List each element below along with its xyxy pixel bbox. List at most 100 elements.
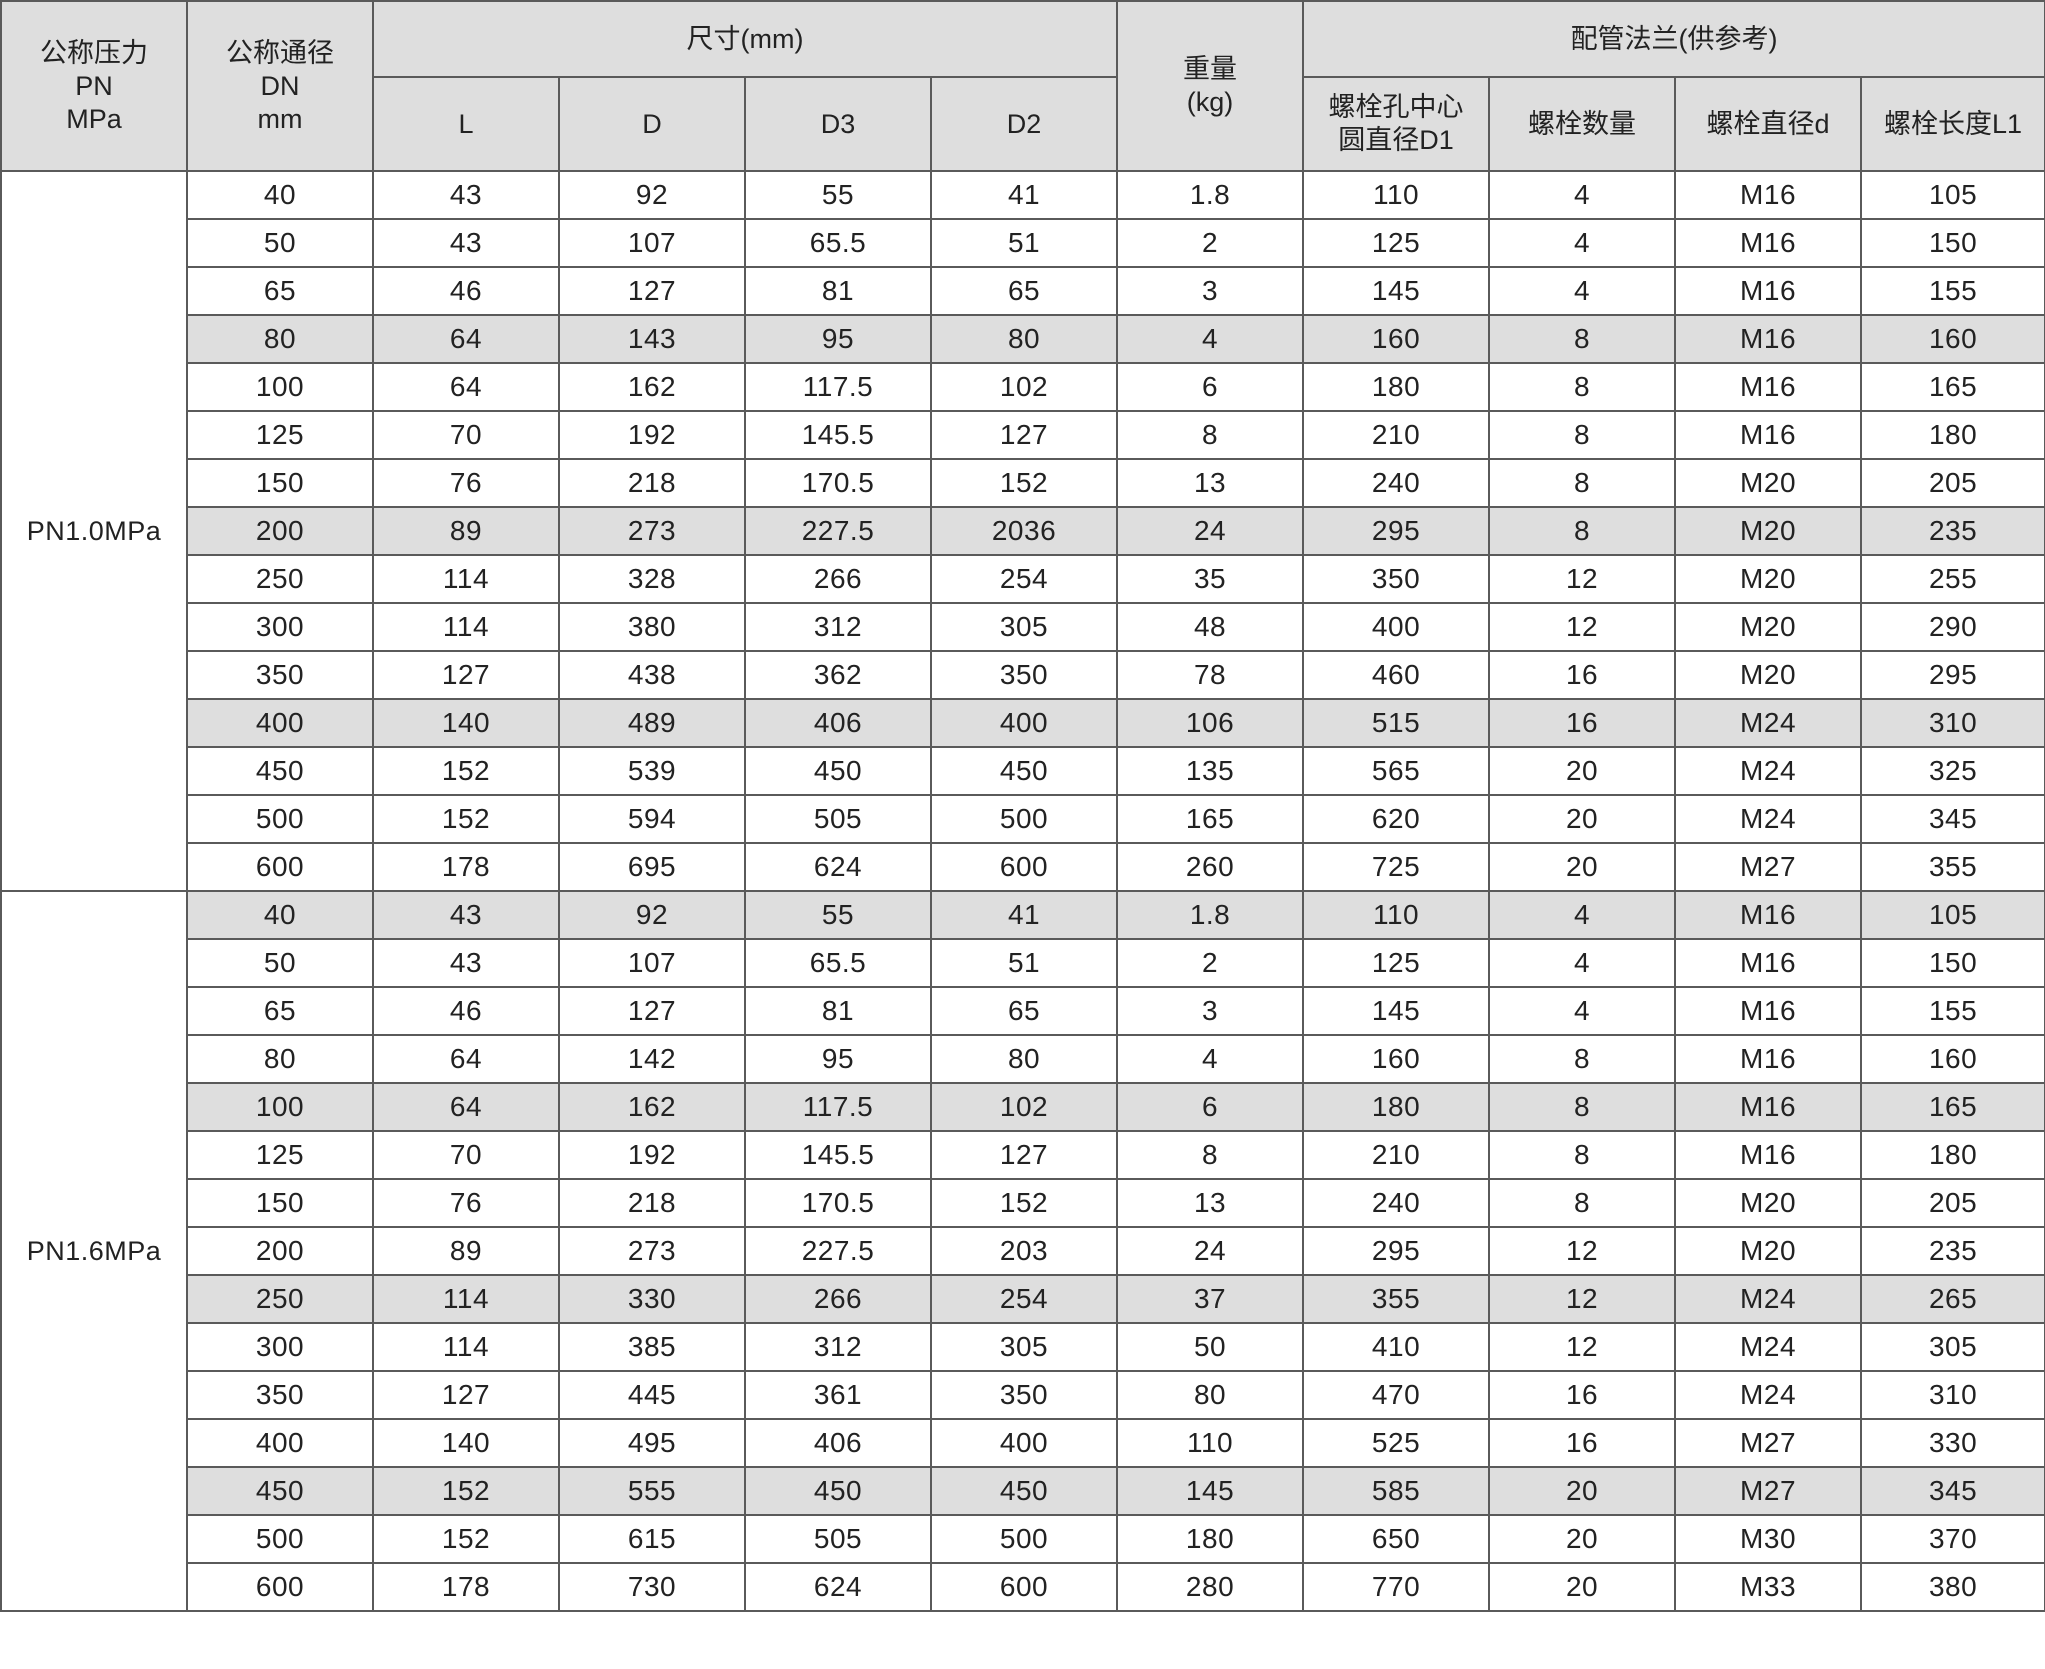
table-cell: 3 [1116, 986, 1305, 1036]
table-cell: 180 [1302, 362, 1491, 412]
table-cell: 6 [1116, 362, 1305, 412]
table-cell: 250 [186, 554, 374, 604]
table-cell: 500 [186, 794, 374, 844]
table-cell: 2 [1116, 218, 1305, 268]
table-cell: 65 [186, 986, 374, 1036]
table-cell: 46 [372, 266, 560, 316]
table-cell: M16 [1674, 986, 1863, 1036]
table-cell: M24 [1674, 746, 1863, 796]
table-cell: 325 [1860, 746, 2045, 796]
table-cell: 140 [372, 1418, 560, 1468]
table-cell: 624 [744, 1562, 932, 1612]
table-cell: 4 [1116, 1034, 1305, 1084]
table-cell: 200 [186, 506, 374, 556]
table-cell: 4 [1488, 266, 1677, 316]
table-cell: M16 [1674, 1034, 1863, 1084]
table-cell: 450 [744, 1466, 932, 1516]
table-cell: 450 [929, 1466, 1119, 1516]
table-cell: 495 [558, 1418, 746, 1468]
table-cell: 192 [558, 1130, 746, 1180]
table-cell: 65 [186, 266, 374, 316]
table-cell: 361 [744, 1370, 932, 1420]
table-cell: 150 [186, 1178, 374, 1228]
table-cell: 4 [1116, 314, 1305, 364]
table-cell: 37 [1116, 1274, 1305, 1324]
table-cell: 615 [558, 1514, 746, 1564]
table-row: 100 64 162 117.5 102 6 180 8 M16 165 [1, 362, 2045, 412]
table-row: 600 178 730 624 600 280 770 20 M33 380 [1, 1562, 2045, 1612]
table-cell: 125 [186, 410, 374, 460]
header-D2: D2 [929, 76, 1119, 172]
table-cell: 114 [372, 1322, 560, 1372]
table-cell: 155 [1860, 266, 2045, 316]
table-cell: 227.5 [744, 506, 932, 556]
table-cell: 43 [372, 890, 560, 940]
table-cell: 266 [744, 554, 932, 604]
table-cell: 205 [1860, 1178, 2045, 1228]
table-cell: 250 [186, 1274, 374, 1324]
table-header: 公称压力 PN MPa 公称通径 DN mm 尺寸(mm) 重量 (kg) 配管… [0, 0, 2045, 172]
table-cell: 410 [1302, 1322, 1491, 1372]
table-cell: 13 [1116, 1178, 1305, 1228]
table-cell: 8 [1488, 410, 1677, 460]
table-cell: 43 [372, 170, 560, 220]
table-cell: 406 [744, 698, 932, 748]
table-cell: 162 [558, 362, 746, 412]
table-cell: 16 [1488, 650, 1677, 700]
table-cell: 355 [1860, 842, 2045, 892]
table-cell: 450 [929, 746, 1119, 796]
table-cell: 114 [372, 602, 560, 652]
table-cell: 150 [1860, 218, 2045, 268]
table-cell: 539 [558, 746, 746, 796]
table-cell: M27 [1674, 1466, 1863, 1516]
table-cell: 81 [744, 986, 932, 1036]
table-cell: 266 [744, 1274, 932, 1324]
table-cell: 265 [1860, 1274, 2045, 1324]
table-cell: 24 [1116, 506, 1305, 556]
pressure-group-label: PN1.6MPa [0, 890, 188, 1612]
table-cell: 102 [929, 1082, 1119, 1132]
table-cell: 143 [558, 314, 746, 364]
table-cell: M16 [1674, 1082, 1863, 1132]
table-row: 80 64 143 95 80 4 160 8 M16 160 [1, 314, 2045, 364]
table-cell: 165 [1860, 362, 2045, 412]
table-cell: 48 [1116, 602, 1305, 652]
table-cell: 107 [558, 938, 746, 988]
table-cell: 114 [372, 554, 560, 604]
table-cell: 305 [929, 602, 1119, 652]
table-cell: 4 [1488, 986, 1677, 1036]
table-cell: M16 [1674, 170, 1863, 220]
table-cell: 300 [186, 602, 374, 652]
table-cell: 594 [558, 794, 746, 844]
table-cell: 725 [1302, 842, 1491, 892]
table-cell: 400 [929, 1418, 1119, 1468]
table-cell: 350 [929, 1370, 1119, 1420]
table-cell: M20 [1674, 1178, 1863, 1228]
table-cell: 127 [372, 1370, 560, 1420]
table-cell: 20 [1488, 746, 1677, 796]
table-cell: 35 [1116, 554, 1305, 604]
table-cell: 100 [186, 362, 374, 412]
table-cell: 460 [1302, 650, 1491, 700]
table-cell: 150 [186, 458, 374, 508]
table-cell: 525 [1302, 1418, 1491, 1468]
table-cell: 80 [1116, 1370, 1305, 1420]
table-cell: 110 [1302, 170, 1491, 220]
table-cell: 12 [1488, 1226, 1677, 1276]
table-cell: 95 [744, 1034, 932, 1084]
table-cell: 12 [1488, 1274, 1677, 1324]
table-cell: 273 [558, 1226, 746, 1276]
table-cell: 160 [1860, 314, 2045, 364]
table-cell: 273 [558, 506, 746, 556]
table-cell: M30 [1674, 1514, 1863, 1564]
table-cell: M24 [1674, 698, 1863, 748]
table-row: 65 46 127 81 65 3 145 4 M16 155 [1, 266, 2045, 316]
table-cell: 600 [186, 1562, 374, 1612]
table-cell: 20 [1488, 1514, 1677, 1564]
table-cell: 152 [372, 746, 560, 796]
table-cell: 92 [558, 170, 746, 220]
table-cell: 92 [558, 890, 746, 940]
table-cell: 345 [1860, 1466, 2045, 1516]
table-cell: 310 [1860, 698, 2045, 748]
header-pressure: 公称压力 PN MPa [0, 0, 188, 172]
